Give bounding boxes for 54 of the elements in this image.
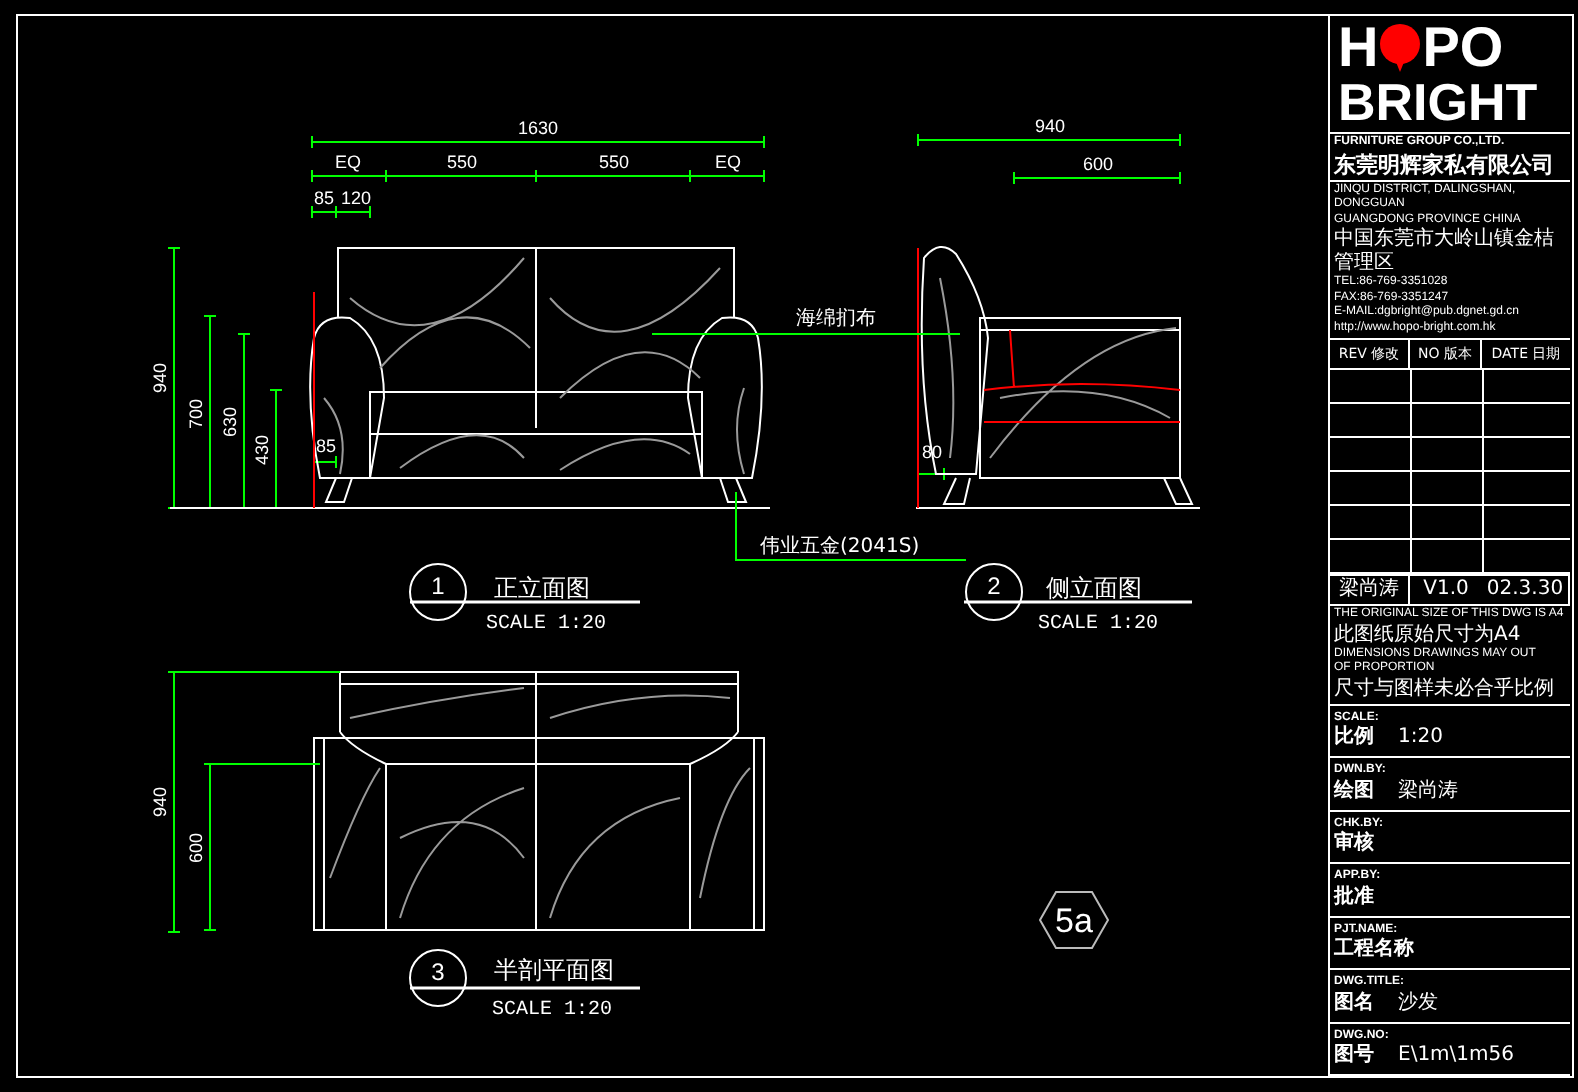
drawing-note: 此图纸原始尺寸为A4 [1334, 623, 1523, 647]
logo-text: PO [1422, 20, 1504, 76]
field-value: 梁尚涛 [1398, 779, 1458, 803]
address-line: 中国东莞市大岭山镇金桔管理区 [1334, 228, 1556, 275]
dimension-line [269, 389, 283, 509]
dimension-label: EQ [335, 152, 361, 172]
view-title: 正立面图 [494, 574, 590, 602]
dimension-label: 550 [446, 152, 478, 172]
view-scale: SCALE 1:20 [486, 614, 607, 636]
dimension-label: 940 [150, 786, 170, 818]
dimension-label: 600 [186, 832, 206, 864]
dimension-label: 85 [316, 436, 336, 456]
field-label: 比例 [1334, 726, 1374, 750]
dimension-label: 550 [598, 152, 630, 172]
view-number: 1 [431, 572, 445, 600]
logo-text: BRIGHT [1338, 76, 1540, 128]
company-name: 东莞明辉家私有限公司 [1334, 151, 1556, 177]
view-number: 2 [987, 572, 1001, 600]
dimension-label: 120 [340, 188, 372, 208]
dimension-label: 630 [220, 406, 240, 438]
callout-label: 海绵扪布 [796, 308, 876, 330]
dimension-label: 940 [1034, 116, 1066, 136]
revision-cell-text: V1.0 [1421, 576, 1471, 604]
callout-label: 伟业五金(2041S) [760, 536, 920, 558]
field-label: 工程名称 [1334, 938, 1414, 962]
dimension-label: 430 [252, 434, 272, 466]
dimension-line [313, 455, 337, 469]
field-label: 批准 [1334, 885, 1374, 909]
view-scale: SCALE 1:20 [492, 1000, 613, 1022]
field-value: E\1m\1m56 [1398, 1044, 1514, 1068]
logo-text: H [1338, 20, 1379, 76]
dimension-line [917, 467, 945, 481]
field-label: 审核 [1334, 832, 1374, 856]
view-number: 3 [431, 958, 445, 986]
field-label: 绘图 [1334, 779, 1374, 803]
revision-cell: 梁尚涛 [1330, 576, 1410, 604]
dimension-label: 700 [186, 398, 206, 430]
dimension-label: 940 [150, 362, 170, 394]
balloon-logo-icon [1378, 24, 1423, 72]
field-label: 图号 [1334, 1044, 1374, 1068]
drawing-note: 尺寸与图样未必合乎比例 [1334, 677, 1556, 701]
dimension-label: 1630 [517, 118, 559, 138]
dimension-label: EQ [715, 152, 741, 172]
sheet-tag: 5a [1055, 902, 1093, 940]
revision-cell: 02.3.30 [1482, 576, 1570, 604]
dimension-label: 600 [1082, 154, 1114, 174]
view-scale: SCALE 1:20 [1038, 614, 1159, 636]
view-title: 半剖平面图 [494, 956, 614, 984]
field-label: 图名 [1334, 991, 1374, 1015]
view-title: 侧立面图 [1046, 574, 1142, 602]
field-value: 沙发 [1398, 991, 1438, 1015]
dimension-label: 85 [314, 188, 334, 208]
field-value: 1:20 [1398, 726, 1443, 750]
hexagon-tag-icon [1038, 891, 1110, 949]
